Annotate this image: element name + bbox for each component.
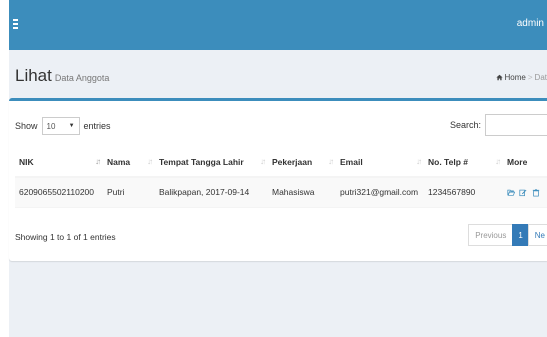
sidebar-edge [0, 0, 9, 337]
entries-select-value: 10 [46, 121, 56, 131]
home-icon [495, 74, 503, 81]
column-header-more: More [503, 147, 547, 178]
sort-icon: ↓↑ [260, 157, 266, 166]
breadcrumb: Home > Dat [495, 73, 547, 82]
breadcrumb-current: Dat [534, 73, 547, 82]
page-subtitle: Data Anggota [54, 73, 110, 83]
content-header: Lihat Data Anggota Home > Dat [9, 50, 547, 96]
folder-open-icon[interactable] [507, 188, 516, 197]
pagination-previous[interactable]: Previous [468, 224, 514, 246]
page-title: Lihat Data Anggota [15, 66, 109, 86]
column-header-ttl[interactable]: Tempat Tangga Lahir ↓↑ [155, 147, 268, 178]
breadcrumb-separator: > [527, 73, 533, 82]
cell-actions [503, 177, 547, 208]
sort-icon: ↓↑ [147, 157, 153, 166]
entries-select[interactable]: 10 ▼ [41, 117, 80, 135]
column-header-nik[interactable]: NIK ↓↑ [15, 147, 103, 178]
cell-nik: 6209065502110200 [15, 177, 103, 208]
pagination-page-1[interactable]: 1 [512, 224, 529, 246]
search-control: Search: [450, 114, 547, 136]
sort-icon: ↓↑ [416, 157, 422, 166]
sort-icon: ↓↑ [95, 157, 101, 166]
chevron-down-icon: ▼ [68, 123, 75, 129]
table-header-row: NIK ↓↑ Nama ↓↑ Tempat Tangga Lahir ↓↑ Peker… [15, 147, 547, 178]
cell-nama: Putri [103, 177, 155, 208]
column-header-nama[interactable]: Nama ↓↑ [103, 147, 155, 178]
search-label: Search: [449, 120, 481, 130]
sort-icon: ↓↑ [495, 157, 501, 166]
cell-email: putri321@gmail.com [336, 177, 424, 208]
trash-icon[interactable] [532, 188, 540, 197]
page-title-text: Lihat [15, 66, 52, 85]
entries-length-control: Show 10 ▼ entries [15, 117, 111, 135]
table-row: 6209065502110200 Putri Balikpapan, 2017-… [15, 177, 547, 208]
pagination: Previous 1 Ne [468, 224, 547, 246]
column-header-pekerjaan[interactable]: Pekerjaan ↓↑ [268, 147, 336, 178]
data-table-box: Show 10 ▼ entries Search: NIK ↓↑ Nama ↓↑ T… [9, 98, 547, 261]
top-navbar: admin [9, 0, 547, 50]
show-label: Show [15, 121, 38, 131]
search-input[interactable] [485, 114, 547, 136]
breadcrumb-home[interactable]: Home [505, 73, 526, 82]
cell-ttl: Balikpapan, 2017-09-14 [155, 177, 268, 208]
cell-pekerjaan: Mahasiswa [268, 177, 336, 208]
column-header-telp[interactable]: No. Telp # ↓↑ [424, 147, 503, 178]
column-header-email[interactable]: Email ↓↑ [336, 147, 424, 178]
pagination-next[interactable]: Ne [527, 224, 547, 246]
members-table: NIK ↓↑ Nama ↓↑ Tempat Tangga Lahir ↓↑ Peker… [15, 147, 547, 208]
table-info: Showing 1 to 1 of 1 entries [15, 232, 116, 242]
user-menu[interactable]: admin [517, 18, 544, 29]
cell-telp: 1234567890 [424, 177, 503, 208]
edit-icon[interactable] [519, 188, 527, 197]
entries-label: entries [83, 121, 111, 131]
sort-icon: ↓↑ [328, 157, 334, 166]
hamburger-icon[interactable] [13, 17, 27, 31]
